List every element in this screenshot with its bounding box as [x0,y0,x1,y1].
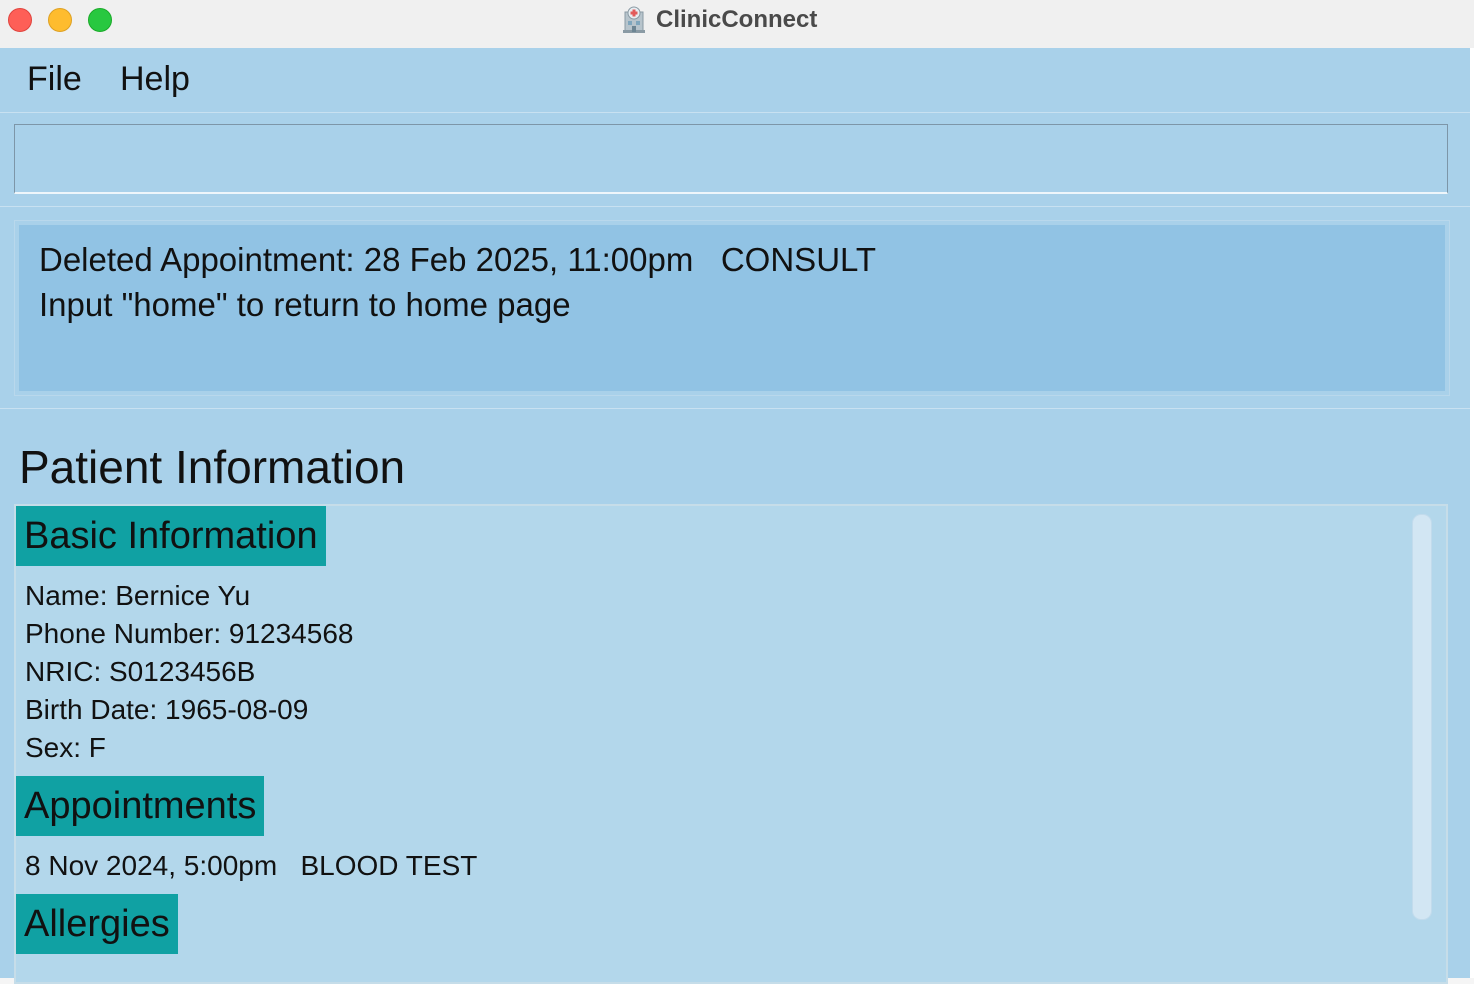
result-display-box: Deleted Appointment: 28 Feb 2025, 11:00p… [14,220,1450,396]
window-edge [1470,48,1474,978]
clinic-building-icon [623,6,645,33]
result-display-content: Deleted Appointment: 28 Feb 2025, 11:00p… [19,225,1445,391]
patient-info-panel[interactable]: Basic Information Name: Bernice Yu Phone… [14,504,1448,984]
menu-bar: File Help [0,48,1470,113]
scrollbar[interactable] [1410,506,1444,982]
window-title: ClinicConnect [656,6,818,33]
divider [0,206,1470,207]
patient-birth-date: Birth Date: 1965-08-09 [25,694,309,725]
scroll-thumb[interactable] [1412,514,1432,920]
basic-info-header: Basic Information [16,506,326,566]
patient-info-title: Patient Information [19,441,406,493]
menu-file[interactable]: File [27,60,82,99]
main-window: File Help Deleted Appointment: 28 Feb 20… [0,48,1470,984]
patient-phone: Phone Number: 91234568 [25,618,354,649]
appointments-header: Appointments [16,776,265,836]
result-hint-line: Input "home" to return to home page [39,286,571,323]
window-title-group: ClinicConnect [620,4,817,36]
command-input[interactable] [14,124,1448,194]
result-message-line: Deleted Appointment: 28 Feb 2025, 11:00p… [39,241,877,278]
menu-help[interactable]: Help [120,60,190,99]
title-bar: ClinicConnect [0,0,1474,49]
appointment-item: 8 Nov 2024, 5:00pm BLOOD TEST [25,850,478,881]
patient-nric: NRIC: S0123456B [25,656,256,687]
patient-name: Name: Bernice Yu [25,580,251,611]
patient-sex: Sex: F [25,732,106,763]
maximize-window-button[interactable] [88,8,112,32]
close-window-button[interactable] [8,8,32,32]
divider [0,408,1470,409]
allergies-header: Allergies [16,894,178,954]
minimize-window-button[interactable] [48,8,72,32]
